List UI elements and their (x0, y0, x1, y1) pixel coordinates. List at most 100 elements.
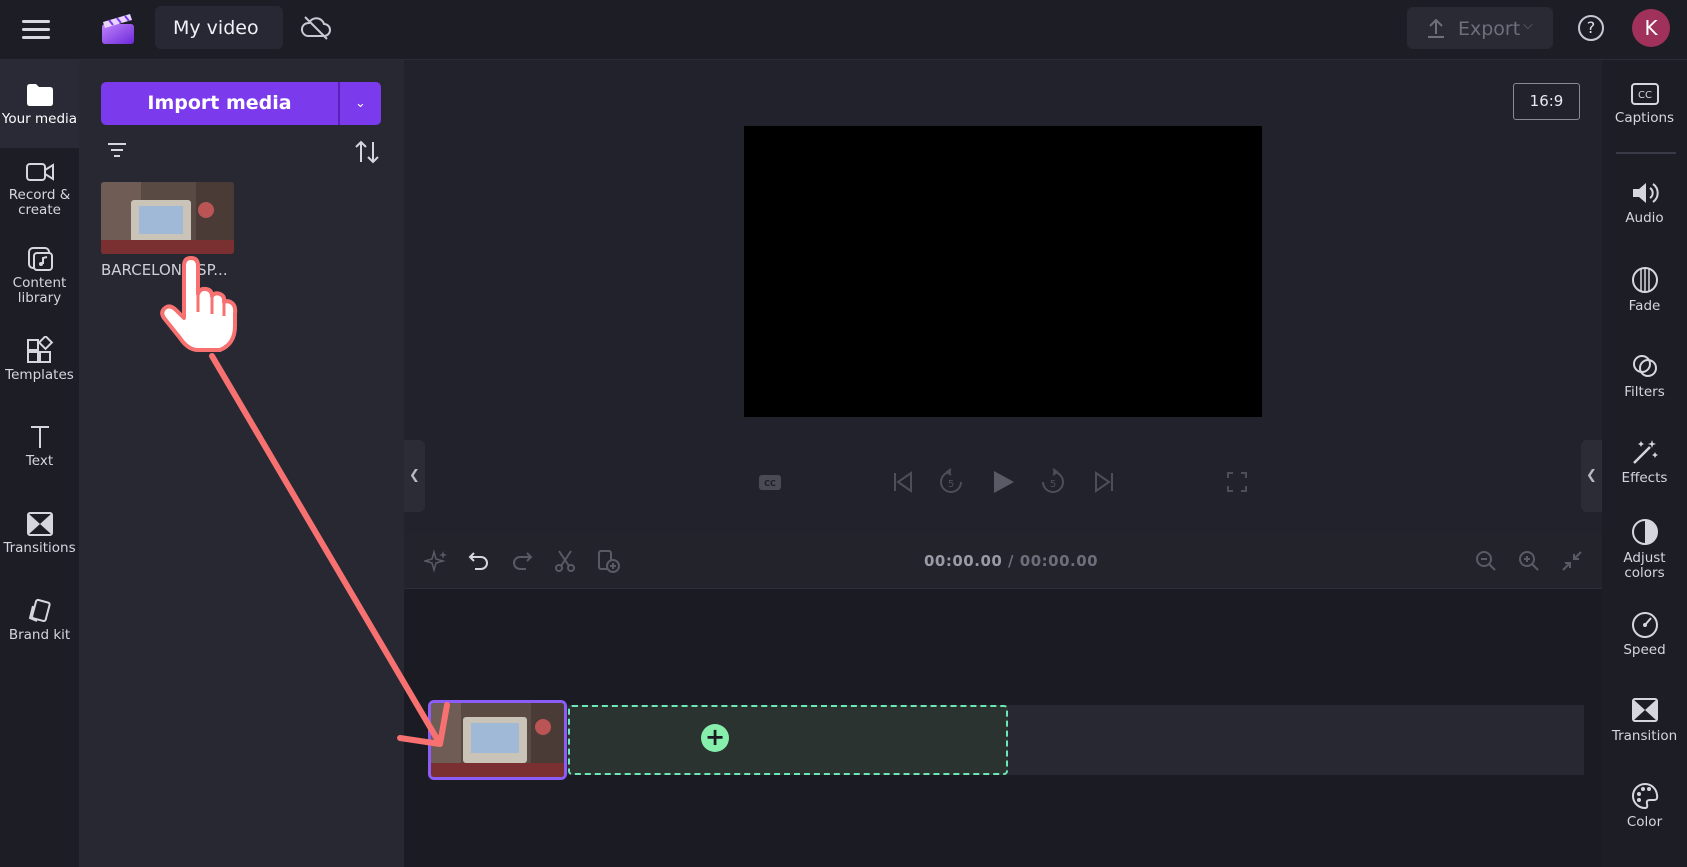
import-options-chevron-icon[interactable]: ⌄ (340, 82, 381, 125)
property-fade[interactable]: Fade (1602, 266, 1687, 314)
property-label: Fade (1628, 298, 1661, 314)
undo-icon[interactable] (467, 549, 491, 573)
forward-5-icon[interactable]: 5 (1040, 466, 1066, 498)
property-adjust-colors[interactable]: Adjust colors (1602, 518, 1687, 581)
upload-icon (1428, 18, 1444, 38)
property-captions[interactable]: CC Captions (1602, 82, 1687, 126)
export-button[interactable]: Export ⌵ (1407, 7, 1553, 49)
camera-icon (25, 163, 54, 181)
property-label: Effects (1621, 470, 1668, 486)
sidebar-item-transitions[interactable]: Transitions (0, 511, 79, 556)
templates-icon (26, 336, 53, 363)
media-thumbnail-image (101, 182, 234, 254)
split-scissors-icon[interactable] (553, 549, 577, 573)
add-to-timeline-icon[interactable]: + (701, 724, 729, 752)
skip-forward-icon[interactable] (1092, 466, 1116, 498)
palette-icon (1631, 782, 1658, 810)
transitions-icon (26, 512, 53, 536)
sidebar-item-label: Brand kit (8, 627, 71, 643)
avatar[interactable]: K (1632, 9, 1670, 47)
sort-icon[interactable] (354, 140, 380, 164)
media-panel: Import media ⌄ BARCELONA SP... (79, 60, 404, 867)
transition-icon (1631, 698, 1658, 722)
cloud-off-icon[interactable] (300, 14, 332, 42)
speaker-icon (1632, 183, 1659, 203)
property-label: Color (1626, 814, 1663, 830)
timeline-panel: 00:00.00 / 00:00.00 + (404, 533, 1602, 867)
fade-icon (1631, 267, 1658, 293)
skip-back-icon[interactable] (891, 466, 915, 498)
export-label: Export (1458, 18, 1521, 40)
speedometer-icon (1631, 612, 1658, 638)
collapse-left-panel-chevron-icon[interactable]: ❮ (404, 440, 425, 512)
help-icon[interactable]: ? (1578, 15, 1604, 41)
redo-icon[interactable] (510, 549, 534, 573)
zoom-out-icon[interactable] (1474, 549, 1498, 573)
total-time: 00:00.00 (1019, 552, 1099, 570)
right-sidebar: CC Captions Audio Fade Filters Effects A… (1602, 60, 1687, 867)
content-library-icon (27, 247, 53, 271)
rewind-5-icon[interactable]: 5 (938, 466, 964, 498)
property-filters[interactable]: Filters (1602, 352, 1687, 400)
sidebar-item-label: Templates (5, 367, 74, 383)
timeline-toolbar: 00:00.00 / 00:00.00 (404, 533, 1602, 589)
hamburger-menu-icon[interactable] (20, 16, 52, 42)
import-media-button[interactable]: Import media (101, 82, 338, 125)
import-media-button-group: Import media ⌄ (101, 82, 381, 125)
clip-thumbnail (431, 703, 564, 777)
sparkle-ai-icon[interactable] (424, 549, 448, 573)
fit-timeline-icon[interactable] (1560, 549, 1584, 573)
filters-icon (1632, 355, 1657, 377)
add-clip-icon[interactable] (596, 549, 620, 573)
property-speed[interactable]: Speed (1602, 610, 1687, 658)
property-label: Filters (1624, 384, 1665, 400)
svg-text:5: 5 (1050, 479, 1056, 490)
app-window: My video Export ⌵ ? K Your media Record … (0, 0, 1687, 867)
sidebar-item-label: Record & create (8, 187, 71, 218)
property-label: Speed (1623, 642, 1666, 658)
fullscreen-icon[interactable] (1226, 466, 1248, 498)
aspect-ratio-button[interactable]: 16:9 (1513, 83, 1580, 120)
sidebar-item-record-create[interactable]: Record & create (0, 160, 79, 218)
sidebar-item-label: Your media (1, 111, 78, 127)
folder-icon (26, 84, 53, 106)
project-title-field[interactable]: My video (155, 6, 283, 49)
sidebar-item-label: Transitions (3, 540, 76, 556)
timecode: 00:00.00 / 00:00.00 (924, 552, 1098, 570)
property-audio[interactable]: Audio (1602, 180, 1687, 226)
svg-text:CC: CC (1638, 90, 1652, 101)
media-thumbnail[interactable] (101, 182, 234, 254)
media-item-name: BARCELONA SP... (101, 261, 228, 279)
property-color[interactable]: Color (1602, 782, 1687, 830)
video-canvas[interactable] (744, 126, 1262, 417)
play-icon[interactable] (990, 466, 1016, 498)
timeline-drop-zone[interactable] (568, 705, 1008, 775)
divider (1616, 152, 1676, 154)
property-label: Captions (1614, 110, 1675, 126)
timeline-clip[interactable] (428, 700, 567, 780)
sidebar-item-text[interactable]: Text (0, 424, 79, 469)
brand-kit-icon (28, 598, 51, 623)
sidebar-item-label: Text (25, 453, 54, 469)
svg-text:CC: CC (764, 479, 776, 488)
preview-area: 16:9 (404, 60, 1602, 533)
sidebar-item-content-library[interactable]: Content library (0, 246, 79, 306)
text-icon (30, 426, 49, 448)
property-effects[interactable]: Effects (1602, 438, 1687, 486)
top-bar: My video Export ⌵ ? K (0, 0, 1687, 60)
project-title: My video (173, 17, 259, 39)
sidebar-item-brand-kit[interactable]: Brand kit (0, 598, 79, 643)
chevron-down-icon: ⌵ (1523, 18, 1533, 33)
property-label: Adjust colors (1623, 550, 1666, 581)
collapse-right-panel-chevron-icon[interactable]: ❮ (1581, 440, 1602, 512)
sidebar-item-your-media[interactable]: Your media (0, 60, 79, 148)
captions-icon: CC (1630, 83, 1659, 105)
sidebar-item-label: Content library (12, 275, 67, 306)
captions-toggle-icon[interactable]: CC (758, 466, 782, 498)
zoom-in-icon[interactable] (1517, 549, 1541, 573)
clipchamp-logo-icon (102, 14, 134, 44)
time-separator: / (1002, 552, 1020, 570)
sidebar-item-templates[interactable]: Templates (0, 336, 79, 383)
property-transition[interactable]: Transition (1602, 696, 1687, 744)
filter-icon[interactable] (107, 142, 127, 158)
